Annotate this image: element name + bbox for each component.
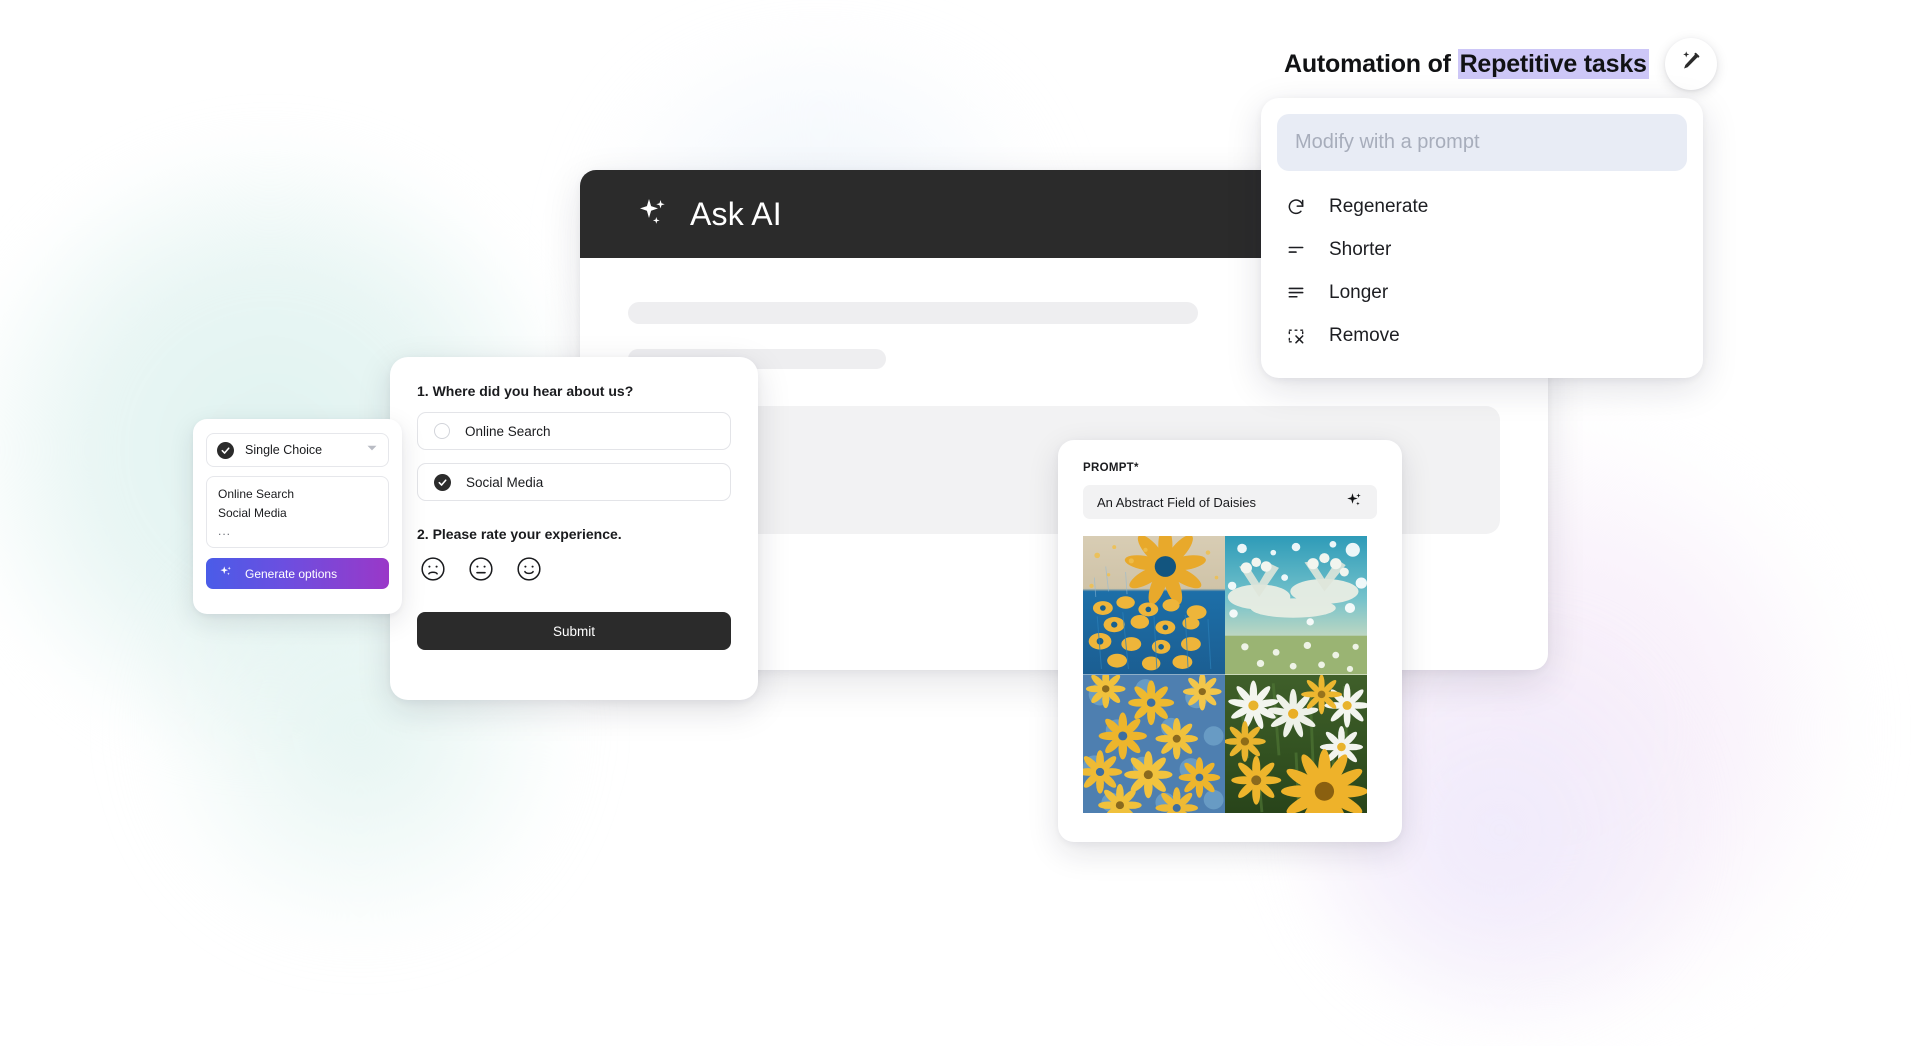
remove-dashed-x-icon	[1285, 325, 1307, 347]
option-social-media[interactable]: Social Media	[417, 463, 731, 501]
prompt-label: PROMPT*	[1083, 462, 1139, 474]
app-canvas: Ask AI Automation of Repetitive tasks Mo…	[0, 0, 1920, 1046]
image-generation-card: PROMPT* An Abstract Field of Daisies	[1058, 440, 1402, 842]
generated-image-photoreal-daisies-green-field[interactable]	[1225, 674, 1367, 813]
prompt-value: An Abstract Field of Daisies	[1097, 494, 1256, 510]
skeleton-line-1	[628, 302, 1198, 324]
question-type-label: Single Choice	[245, 443, 323, 457]
magic-wand-icon	[1677, 48, 1704, 80]
headline-row: Automation of Repetitive tasks	[1284, 38, 1717, 90]
generated-image-grid	[1083, 536, 1367, 813]
sparkle-icon	[219, 564, 233, 583]
happy-face-icon[interactable]	[516, 556, 542, 587]
ask-ai-title: Ask AI	[690, 195, 782, 232]
generated-image-yellow-blue-painted-daisies[interactable]	[1083, 674, 1225, 813]
survey-preview-card: 1. Where did you hear about us? Online S…	[390, 357, 758, 700]
option-label: Social Media	[466, 474, 544, 490]
submit-label: Submit	[552, 623, 596, 639]
longer-lines-icon	[1285, 282, 1307, 304]
sparkle-icon	[636, 195, 670, 234]
generate-options-button[interactable]: Generate options	[206, 558, 389, 590]
shorter-lines-icon	[1285, 239, 1307, 261]
menu-item-longer[interactable]: Longer	[1277, 271, 1687, 314]
prompt-input[interactable]: An Abstract Field of Daisies	[1083, 485, 1377, 519]
generated-image-abstract-blue-yellow-daisies[interactable]	[1083, 536, 1225, 675]
question-type-select[interactable]: Single Choice	[206, 433, 389, 467]
menu-item-label: Remove	[1329, 324, 1400, 346]
menu-item-remove[interactable]: Remove	[1277, 314, 1687, 357]
rating-emoji-row	[417, 556, 731, 587]
menu-item-regenerate[interactable]: Regenerate	[1277, 185, 1687, 228]
neutral-face-icon[interactable]	[468, 556, 494, 587]
options-list-box[interactable]: Online Search Social Media ...	[206, 476, 389, 549]
modify-menu-list: Regenerate Shorter Longer Remove	[1277, 185, 1687, 357]
radio-unchecked-icon	[434, 423, 450, 439]
page-title: Automation of Repetitive tasks	[1284, 48, 1649, 79]
refresh-icon	[1285, 196, 1307, 218]
sparkle-icon[interactable]	[1345, 491, 1363, 514]
option-online-search[interactable]: Online Search	[417, 412, 731, 450]
check-circle-icon	[434, 473, 451, 491]
modify-prompt-input[interactable]: Modify with a prompt	[1277, 114, 1687, 171]
question-2-label: 2. Please rate your experience.	[417, 526, 622, 542]
question-1-label: 1. Where did you hear about us?	[417, 383, 634, 399]
menu-item-label: Regenerate	[1329, 195, 1429, 217]
option-list-ellipsis: ...	[218, 523, 232, 538]
submit-button[interactable]: Submit	[417, 612, 731, 650]
question-type-card: Single Choice Online Search Social Media…	[193, 419, 402, 614]
menu-item-shorter[interactable]: Shorter	[1277, 228, 1687, 271]
headline-prefix: Automation of	[1284, 49, 1458, 78]
magic-wand-button[interactable]	[1664, 38, 1717, 90]
menu-item-label: Longer	[1329, 281, 1389, 303]
option-list-item: Social Media	[218, 506, 287, 521]
option-label: Online Search	[465, 423, 551, 439]
sad-face-icon[interactable]	[420, 556, 446, 587]
check-circle-icon	[217, 441, 234, 459]
headline-highlight: Repetitive tasks	[1457, 48, 1649, 79]
generate-options-label: Generate options	[245, 566, 338, 581]
modify-popover: Modify with a prompt Regenerate Shorter …	[1261, 98, 1703, 378]
chevron-down-icon	[366, 441, 378, 459]
menu-item-label: Shorter	[1329, 238, 1392, 260]
option-list-item: Online Search	[218, 487, 295, 501]
generated-image-surreal-white-daisy-clouds[interactable]	[1225, 536, 1367, 675]
